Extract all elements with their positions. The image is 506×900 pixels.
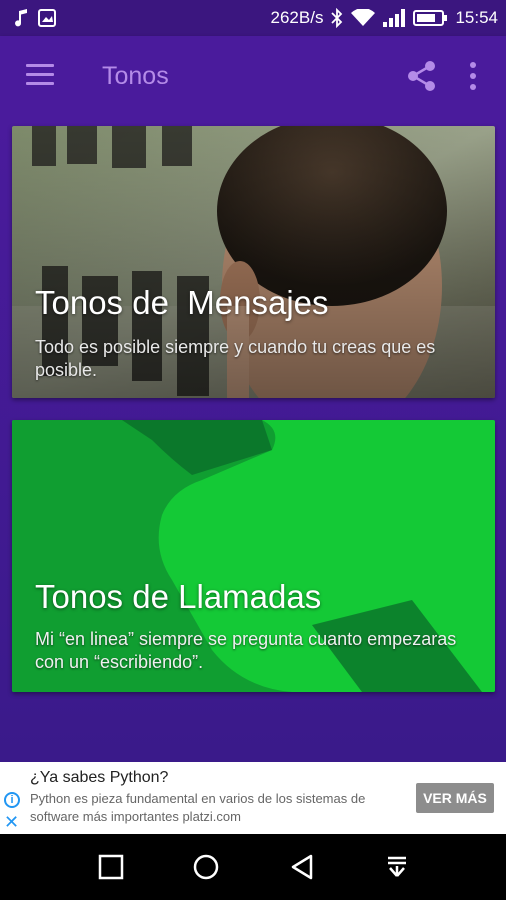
ad-banner[interactable]: i ✕ ¿Ya sabes Python? Python es pieza fu…: [0, 762, 506, 834]
status-bar: 262B/s 15:54: [0, 0, 506, 36]
ad-close-icon[interactable]: ✕: [4, 812, 19, 833]
status-bar-right: 262B/s 15:54: [271, 8, 498, 28]
menu-icon[interactable]: [26, 64, 54, 86]
square-icon[interactable]: [98, 854, 124, 880]
notification-down-icon[interactable]: [384, 854, 410, 880]
image-icon: [38, 9, 56, 27]
card-title: Tonos de Mensajes: [35, 284, 329, 321]
clock: 15:54: [455, 8, 498, 27]
status-bar-left: [14, 9, 56, 27]
content-area: Tonos de Mensajes Todo es posible siempr…: [0, 116, 506, 762]
card-title: Tonos de Llamadas: [35, 578, 322, 615]
music-note-icon: [15, 9, 27, 27]
ad-cta-button[interactable]: VER MÁS: [416, 783, 494, 813]
card-description: Todo es posible siempre y cuando tu crea…: [35, 337, 436, 380]
card-call-tones[interactable]: Tonos de Llamadas Mi “en linea” siempre …: [12, 420, 495, 692]
system-nav-bar: [0, 834, 506, 900]
page-title: Tonos: [102, 62, 169, 90]
wifi-icon: [351, 9, 376, 26]
ad-title: ¿Ya sabes Python?: [30, 769, 169, 786]
bluetooth-icon: [331, 8, 343, 28]
share-icon[interactable]: [406, 60, 438, 92]
ad-body: Python es pieza fundamental en varios de…: [30, 791, 366, 824]
ad-info-icon[interactable]: i: [4, 792, 20, 808]
card-description: Mi “en linea” siempre se pregunta cuanto…: [35, 629, 457, 672]
network-speed: 262B/s: [270, 8, 324, 27]
circle-icon[interactable]: [193, 854, 219, 880]
card-message-tones[interactable]: Tonos de Mensajes Todo es posible siempr…: [12, 126, 495, 398]
triangle-back-icon[interactable]: [289, 854, 315, 880]
more-vert-icon[interactable]: [466, 60, 480, 92]
battery-icon: [413, 10, 448, 26]
signal-icon: [383, 9, 406, 27]
app-bar: Tonos: [0, 36, 506, 116]
